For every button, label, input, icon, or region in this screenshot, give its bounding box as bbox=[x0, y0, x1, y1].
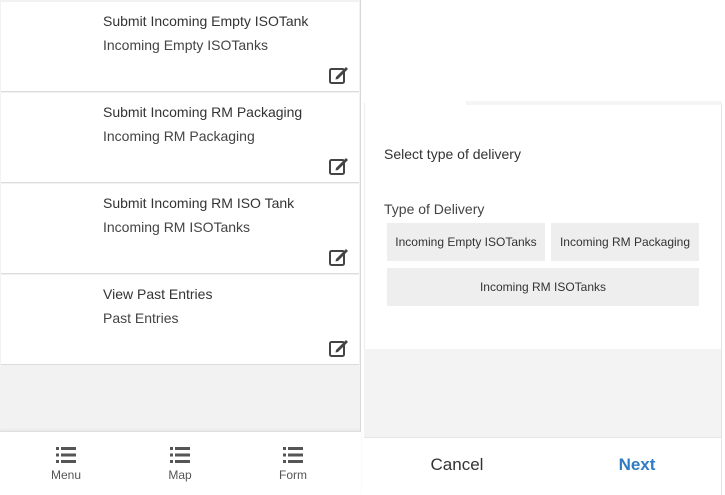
list-icon bbox=[170, 447, 190, 463]
list-item[interactable]: Submit Incoming RM ISO Tank Incoming RM … bbox=[1, 184, 359, 274]
list-item[interactable]: Submit Incoming RM Packaging Incoming RM… bbox=[1, 93, 359, 183]
next-button[interactable]: Next bbox=[597, 455, 677, 475]
dialog-prompt: Select type of delivery bbox=[384, 146, 521, 162]
list-item-title: Submit Incoming RM ISO Tank bbox=[103, 195, 295, 211]
option-incoming-rm-packaging[interactable]: Incoming RM Packaging bbox=[551, 223, 699, 261]
nav-label: Form bbox=[279, 468, 307, 482]
option-incoming-empty-isotanks[interactable]: Incoming Empty ISOTanks bbox=[387, 223, 545, 261]
bottom-nav: Menu Map Form bbox=[0, 431, 361, 495]
nav-item-menu[interactable]: Menu bbox=[26, 446, 106, 482]
list-item-subtitle: Incoming Empty ISOTanks bbox=[103, 37, 268, 53]
list-icon bbox=[56, 447, 76, 463]
list-item-subtitle: Incoming RM ISOTanks bbox=[103, 219, 251, 235]
nav-label: Map bbox=[168, 468, 192, 482]
delivery-type-label: Type of Delivery bbox=[384, 201, 485, 217]
edit-icon[interactable] bbox=[329, 66, 349, 84]
cancel-button[interactable]: Cancel bbox=[412, 455, 502, 475]
nav-item-map[interactable]: Map bbox=[140, 446, 220, 482]
list-item-title: Submit Incoming RM Packaging bbox=[103, 104, 303, 120]
edit-icon[interactable] bbox=[329, 248, 349, 266]
dialog-divider bbox=[466, 101, 722, 105]
list-item[interactable]: Submit Incoming Empty ISOTank Incoming E… bbox=[1, 2, 359, 92]
edit-icon[interactable] bbox=[329, 157, 349, 175]
list-panel: Submit Incoming Empty ISOTank Incoming E… bbox=[0, 0, 361, 495]
list-item-title: View Past Entries bbox=[103, 286, 213, 302]
nav-label: Menu bbox=[50, 468, 82, 482]
list-item-subtitle: Past Entries bbox=[103, 310, 179, 326]
option-incoming-rm-isotanks[interactable]: Incoming RM ISOTanks bbox=[387, 268, 699, 306]
dialog-spacer bbox=[364, 349, 721, 437]
list-item[interactable]: View Past Entries Past Entries bbox=[1, 275, 359, 365]
nav-item-form[interactable]: Form bbox=[253, 446, 333, 482]
edit-icon[interactable] bbox=[329, 339, 349, 357]
list-item-title: Submit Incoming Empty ISOTank bbox=[103, 13, 309, 29]
list-icon bbox=[283, 447, 303, 463]
list-item-subtitle: Incoming RM Packaging bbox=[103, 128, 255, 144]
